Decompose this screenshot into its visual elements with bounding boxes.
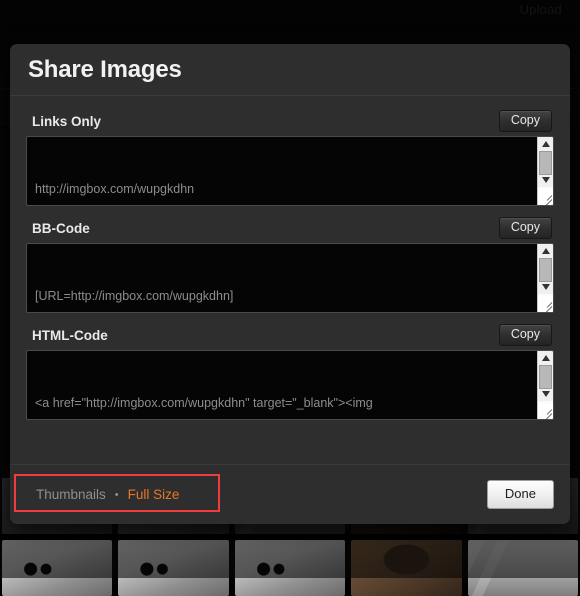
dialog-header: Share Images bbox=[10, 44, 570, 96]
field-label-html-code: HTML-Code bbox=[32, 327, 108, 343]
size-option-separator: • bbox=[114, 488, 119, 501]
scrollbar-thumb[interactable] bbox=[539, 151, 552, 175]
textarea-scrollbar[interactable] bbox=[537, 137, 553, 205]
scroll-up-arrow-icon[interactable] bbox=[538, 137, 553, 151]
field-html-code: HTML-Code Copy <a href="http://imgbox.co… bbox=[26, 322, 554, 420]
dialog-body: Links Only Copy http://imgbox.com/wupgkd… bbox=[10, 96, 570, 420]
copy-button-html-code[interactable]: Copy bbox=[498, 323, 552, 347]
dialog-footer: Thumbnails • Full Size Done bbox=[10, 464, 570, 524]
field-label-bb-code: BB-Code bbox=[32, 220, 90, 236]
copy-button-links-only[interactable]: Copy bbox=[498, 109, 552, 133]
resize-grip-icon[interactable] bbox=[538, 189, 553, 205]
scroll-up-arrow-icon[interactable] bbox=[538, 244, 553, 258]
textarea-scrollbar[interactable] bbox=[537, 244, 553, 312]
textarea-bb-code[interactable]: [URL=http://imgbox.com/wupgkdhn] [IMG]ht… bbox=[26, 243, 554, 313]
field-links-only: Links Only Copy http://imgbox.com/wupgkd… bbox=[26, 108, 554, 206]
field-header: BB-Code Copy bbox=[26, 215, 554, 241]
textarea-html-code[interactable]: <a href="http://imgbox.com/wupgkdhn" tar… bbox=[26, 350, 554, 420]
scroll-up-arrow-icon[interactable] bbox=[538, 351, 553, 365]
field-label-links-only: Links Only bbox=[32, 113, 102, 129]
copy-button-bb-code[interactable]: Copy bbox=[498, 216, 552, 240]
scroll-down-arrow-icon[interactable] bbox=[538, 280, 553, 294]
size-mode-toggle: Thumbnails • Full Size bbox=[26, 480, 189, 509]
textarea-content: [URL=http://imgbox.com/wupgkdhn] [IMG]ht… bbox=[35, 249, 531, 312]
field-bb-code: BB-Code Copy [URL=http://imgbox.com/wupg… bbox=[26, 215, 554, 313]
field-header: Links Only Copy bbox=[26, 108, 554, 134]
dialog-title: Share Images bbox=[28, 55, 182, 83]
textarea-scrollbar[interactable] bbox=[537, 351, 553, 419]
scrollbar-thumb[interactable] bbox=[539, 258, 552, 282]
resize-grip-icon[interactable] bbox=[538, 296, 553, 312]
scroll-down-arrow-icon[interactable] bbox=[538, 173, 553, 187]
size-option-full-size[interactable]: Full Size bbox=[128, 487, 180, 502]
textarea-links-only[interactable]: http://imgbox.com/wupgkdhn http://imgbox… bbox=[26, 136, 554, 206]
field-header: HTML-Code Copy bbox=[26, 322, 554, 348]
textarea-line: [URL=http://imgbox.com/wupgkdhn] bbox=[35, 289, 234, 303]
scroll-down-arrow-icon[interactable] bbox=[538, 387, 553, 401]
done-button[interactable]: Done bbox=[486, 480, 554, 509]
size-option-thumbnails[interactable]: Thumbnails bbox=[36, 487, 106, 502]
textarea-line: http://imgbox.com/wupgkdhn bbox=[35, 182, 195, 196]
textarea-line: <a href="http://imgbox.com/wupgkdhn" tar… bbox=[35, 396, 373, 410]
resize-grip-icon[interactable] bbox=[538, 403, 553, 419]
textarea-content: http://imgbox.com/wupgkdhn http://imgbox… bbox=[35, 142, 531, 205]
share-images-dialog: Share Images Links Only Copy http://imgb… bbox=[10, 44, 570, 524]
textarea-content: <a href="http://imgbox.com/wupgkdhn" tar… bbox=[35, 356, 531, 419]
scrollbar-thumb[interactable] bbox=[539, 365, 552, 389]
